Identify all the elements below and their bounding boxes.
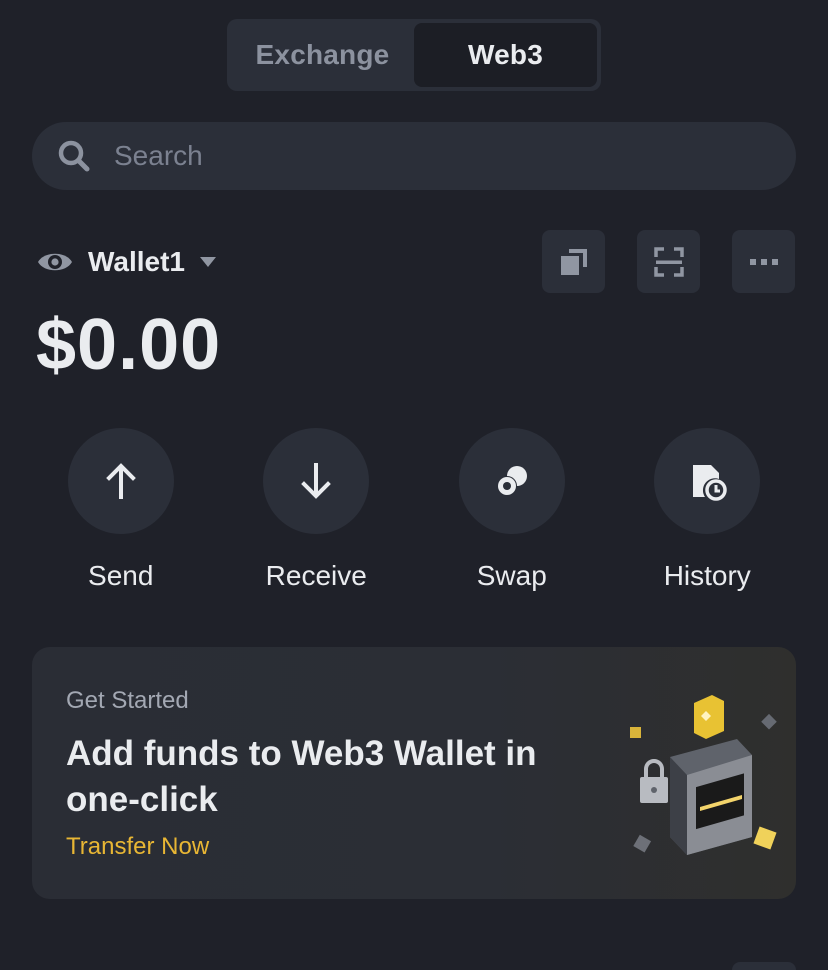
wallet-balance: $0.00 <box>36 305 222 385</box>
receive-label: Receive <box>265 560 367 591</box>
send-label: Send <box>88 560 154 591</box>
arrow-down-icon <box>301 463 332 499</box>
search-bar[interactable]: Search <box>32 122 796 190</box>
wallet-illustration-icon <box>630 695 777 855</box>
bottom-card-peek <box>732 962 796 970</box>
history-label: History <box>663 560 751 591</box>
swap-button[interactable]: Swap <box>414 428 610 592</box>
history-icon <box>693 465 727 501</box>
copy-address-button[interactable] <box>542 230 605 293</box>
scan-button[interactable] <box>637 230 700 293</box>
scan-icon <box>653 246 684 277</box>
tab-web3[interactable]: Web3 <box>414 23 597 87</box>
send-button[interactable]: Send <box>23 428 219 592</box>
quick-actions: Send Receive Swap History <box>0 428 828 592</box>
swap-label: Swap <box>476 560 547 591</box>
exchange-web3-toggle: Exchange Web3 <box>227 19 601 91</box>
search-input[interactable]: Search <box>114 140 203 172</box>
search-icon <box>58 140 90 172</box>
wallet-actions <box>542 230 795 293</box>
more-icon <box>749 258 778 265</box>
chevron-down-icon[interactable] <box>199 256 217 268</box>
transfer-now-link[interactable]: Transfer Now <box>66 833 209 861</box>
web3-wallet-screen: Exchange Web3 Search Wallet1 $0.00 Send … <box>0 0 828 970</box>
banner-eyebrow: Get Started <box>66 687 189 714</box>
swap-icon <box>496 466 527 496</box>
receive-button[interactable]: Receive <box>219 428 415 592</box>
banner-title: Add funds to Web3 Wallet in one-click <box>66 734 537 819</box>
tab-exchange[interactable]: Exchange <box>231 23 414 87</box>
more-button[interactable] <box>732 230 795 293</box>
receive-circle[interactable] <box>263 428 370 534</box>
send-circle[interactable] <box>67 428 174 534</box>
history-circle[interactable] <box>654 428 761 534</box>
swap-circle[interactable] <box>458 428 565 534</box>
history-button[interactable]: History <box>610 428 806 592</box>
get-started-banner[interactable]: Get Started Add funds to Web3 Wallet in … <box>32 647 796 899</box>
wallet-name[interactable]: Wallet1 <box>88 246 185 278</box>
arrow-up-icon <box>105 463 136 499</box>
wallet-selector[interactable]: Wallet1 <box>36 236 217 288</box>
eye-icon[interactable] <box>36 243 74 281</box>
copy-icon <box>560 248 587 275</box>
